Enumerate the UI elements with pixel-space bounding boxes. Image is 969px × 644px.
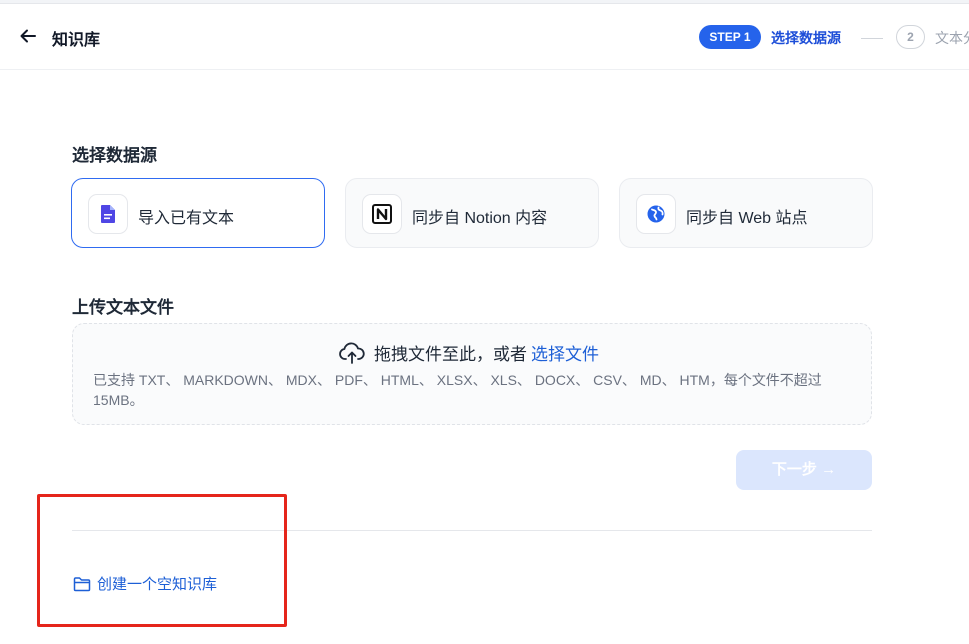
- source-option-import-text[interactable]: 导入已有文本: [71, 178, 325, 248]
- upload-section-title: 上传文本文件: [72, 298, 174, 317]
- source-option-web[interactable]: 同步自 Web 站点: [619, 178, 873, 248]
- step-separator: [861, 38, 883, 39]
- supported-formats-text: 已支持 TXT、 MARKDOWN、 MDX、 PDF、 HTML、 XLSX、…: [93, 372, 822, 408]
- notion-icon: [362, 194, 402, 234]
- datasource-section-title: 选择数据源: [72, 146, 157, 165]
- drop-text: 拖拽文件至此，或者: [374, 345, 527, 364]
- step-1-badge: STEP 1: [699, 25, 761, 49]
- globe-icon: [636, 194, 676, 234]
- file-text-icon: [88, 194, 128, 234]
- next-step-button[interactable]: 下一步 →: [736, 450, 872, 490]
- source-option-notion[interactable]: 同步自 Notion 内容: [345, 178, 599, 248]
- page-title: 知识库: [52, 32, 101, 49]
- source-option-label: 同步自 Notion 内容: [412, 210, 548, 227]
- step-2-badge: 2: [896, 25, 925, 49]
- step-1-label: 选择数据源: [771, 30, 841, 46]
- cloud-upload-icon: [339, 342, 365, 364]
- dropzone-prompt: 拖拽文件至此，或者 选择文件: [339, 340, 599, 365]
- source-option-label: 导入已有文本: [138, 210, 235, 227]
- source-option-label: 同步自 Web 站点: [686, 210, 808, 227]
- file-dropzone[interactable]: 拖拽文件至此，或者 选择文件 已支持 TXT、 MARKDOWN、 MDX、 P…: [72, 323, 872, 425]
- select-file-link[interactable]: 选择文件: [531, 340, 599, 365]
- header: 知识库 STEP 1 选择数据源 2 文本分段: [0, 4, 969, 70]
- step-2-label: 文本分段: [935, 30, 969, 46]
- back-arrow-icon[interactable]: [18, 26, 38, 46]
- annotation-highlight-box: [37, 494, 287, 627]
